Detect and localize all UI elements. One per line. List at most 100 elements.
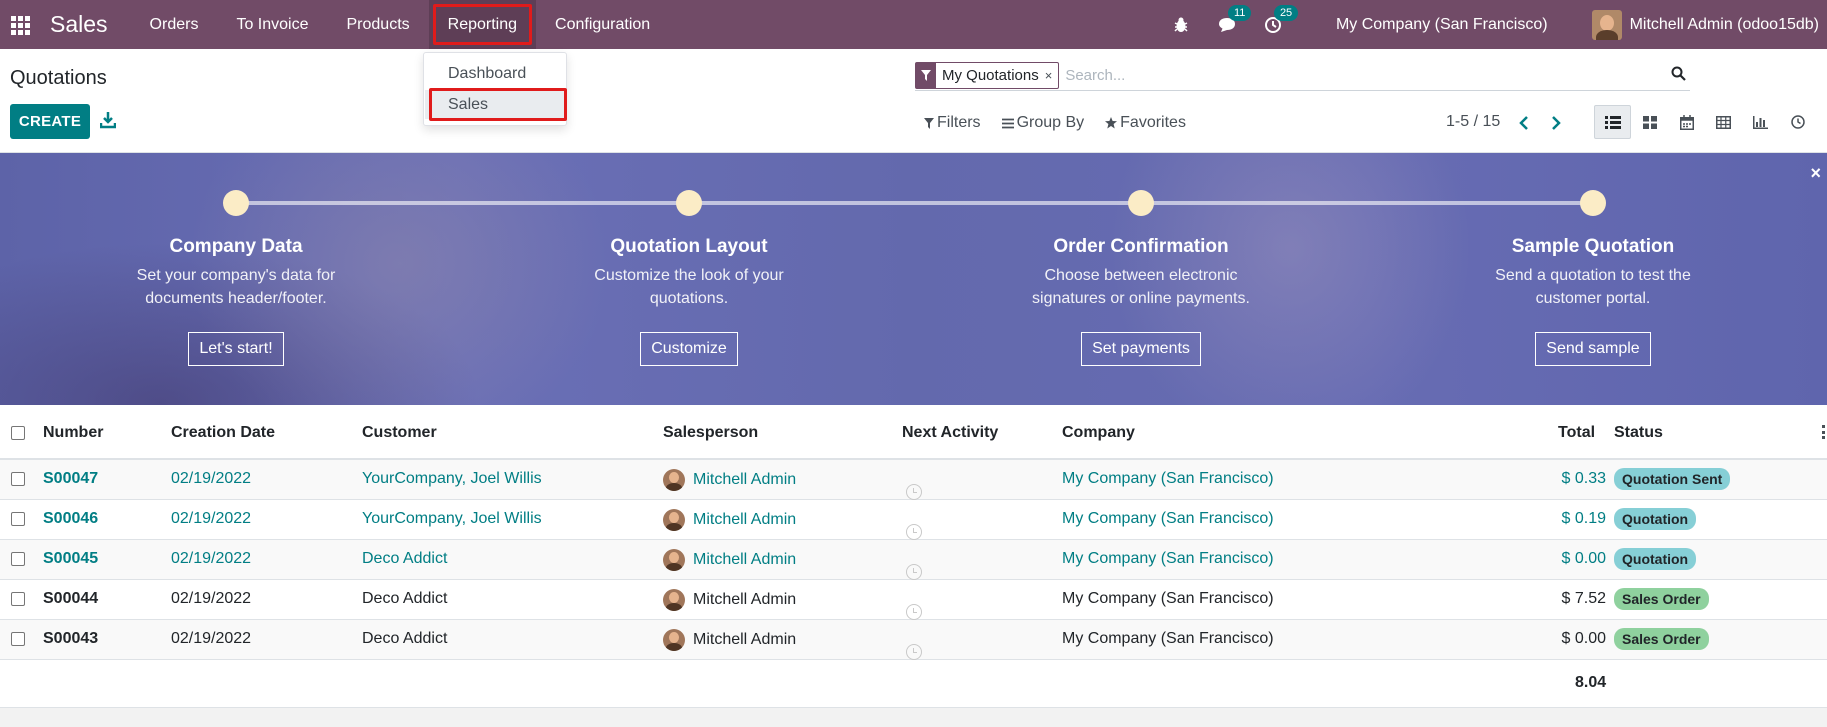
row-checkbox[interactable] [11, 592, 25, 606]
apps-menu-icon[interactable] [11, 15, 33, 35]
search-icon[interactable] [1671, 66, 1686, 86]
order-total[interactable]: $ 0.00 [1562, 630, 1606, 648]
favorites-toggle[interactable]: Favorites [1105, 114, 1186, 132]
list-view-icon[interactable] [1594, 105, 1631, 139]
app-brand[interactable]: Sales [50, 11, 108, 38]
kanban-view-icon[interactable] [1631, 105, 1668, 139]
clock-icon[interactable] [906, 483, 922, 500]
search-facet: My Quotations × [915, 61, 1060, 89]
debug-bug-icon[interactable] [1170, 14, 1192, 36]
salesperson[interactable]: Mitchell Admin [663, 589, 796, 611]
step-dot [676, 190, 702, 216]
customer-name[interactable]: Deco Addict [362, 630, 447, 648]
activity-view-clock-icon[interactable] [1779, 105, 1816, 139]
row-checkbox[interactable] [11, 552, 25, 566]
customer-name[interactable]: Deco Addict [362, 590, 447, 608]
favorites-label: Favorites [1120, 114, 1186, 131]
optional-columns-icon[interactable] [1822, 425, 1825, 439]
step-order-confirmation: Order Confirmation Choose between electr… [991, 190, 1291, 366]
table-row[interactable]: S00047 02/19/2022 YourCompany, Joel Willis… [0, 460, 1827, 500]
company-name[interactable]: My Company (San Francisco) [1062, 630, 1274, 648]
group-by-toggle[interactable]: Group By [1001, 114, 1084, 132]
clock-icon[interactable] [906, 523, 922, 540]
column-customer[interactable]: Customer [362, 424, 437, 442]
order-number[interactable]: S00043 [43, 630, 98, 648]
search-input[interactable] [1065, 66, 1690, 84]
menu-configuration[interactable]: Configuration [536, 0, 669, 49]
step-sample-quotation: Sample Quotation Send a quotation to tes… [1443, 190, 1743, 366]
view-switcher [1594, 105, 1816, 139]
order-total[interactable]: $ 0.19 [1562, 510, 1606, 528]
table-row[interactable]: S00044 02/19/2022 Deco Addict Mitchell Admi… [0, 580, 1827, 620]
company-name[interactable]: My Company (San Francisco) [1062, 470, 1274, 488]
row-checkbox[interactable] [11, 512, 25, 526]
user-menu[interactable]: Mitchell Admin (odoo15db) [1591, 9, 1819, 40]
send-sample-button[interactable]: Send sample [1535, 332, 1651, 366]
table-row[interactable]: S00043 02/19/2022 Deco Addict Mitchell Admi… [0, 620, 1827, 660]
download-icon[interactable] [99, 111, 118, 131]
graph-view-icon[interactable] [1742, 105, 1779, 139]
order-total[interactable]: $ 0.00 [1562, 550, 1606, 568]
table-row[interactable]: S00045 02/19/2022 Deco Addict Mitchell Admi… [0, 540, 1827, 580]
column-creation-date[interactable]: Creation Date [171, 424, 275, 442]
messages-chat-icon[interactable]: 11 [1216, 4, 1252, 36]
column-status[interactable]: Status [1614, 424, 1663, 442]
customer-name[interactable]: YourCompany, Joel Willis [362, 510, 542, 528]
pager-previous-chevron-left-icon[interactable] [1515, 113, 1533, 133]
table-row[interactable]: S00046 02/19/2022 YourCompany, Joel Willis… [0, 500, 1827, 540]
creation-date[interactable]: 02/19/2022 [171, 630, 251, 648]
creation-date[interactable]: 02/19/2022 [171, 590, 251, 608]
set-payments-button[interactable]: Set payments [1081, 332, 1201, 366]
column-next-activity[interactable]: Next Activity [902, 424, 998, 442]
creation-date[interactable]: 02/19/2022 [171, 470, 251, 488]
pager-next-chevron-right-icon[interactable] [1547, 113, 1565, 133]
order-number[interactable]: S00045 [43, 550, 98, 568]
company-name[interactable]: My Company (San Francisco) [1062, 510, 1274, 528]
customer-name[interactable]: YourCompany, Joel Willis [362, 470, 542, 488]
lets-start-button[interactable]: Let's start! [188, 332, 284, 366]
column-company[interactable]: Company [1062, 424, 1135, 442]
step-title: Quotation Layout [610, 236, 768, 257]
facet-remove-icon[interactable]: × [1045, 68, 1059, 83]
column-number[interactable]: Number [43, 424, 103, 442]
create-button[interactable]: CREATE [10, 104, 90, 139]
select-all-checkbox[interactable] [11, 426, 25, 440]
company-switcher[interactable]: My Company (San Francisco) [1336, 16, 1548, 34]
dropdown-item-sales[interactable]: Sales [425, 88, 567, 121]
salesperson[interactable]: Mitchell Admin [663, 549, 796, 571]
company-name[interactable]: My Company (San Francisco) [1062, 590, 1274, 608]
company-name[interactable]: My Company (San Francisco) [1062, 550, 1274, 568]
row-checkbox[interactable] [11, 632, 25, 646]
order-number[interactable]: S00044 [43, 590, 98, 608]
filters-toggle[interactable]: Filters [924, 114, 981, 132]
order-number[interactable]: S00047 [43, 470, 98, 488]
search-bar: My Quotations × [915, 60, 1690, 91]
activities-icon[interactable]: 25 [1262, 4, 1299, 36]
creation-date[interactable]: 02/19/2022 [171, 510, 251, 528]
column-total[interactable]: Total [1558, 424, 1595, 442]
salesperson[interactable]: Mitchell Admin [663, 509, 796, 531]
order-total[interactable]: $ 0.33 [1562, 470, 1606, 488]
pivot-view-icon[interactable] [1705, 105, 1742, 139]
clock-icon[interactable] [906, 563, 922, 580]
clock-icon[interactable] [906, 643, 922, 660]
menu-orders[interactable]: Orders [131, 0, 218, 49]
menu-to-invoice[interactable]: To Invoice [217, 0, 327, 49]
dropdown-item-dashboard[interactable]: Dashboard [425, 59, 565, 88]
menu-reporting[interactable]: Reporting [428, 0, 537, 49]
clock-icon[interactable] [906, 603, 922, 620]
salesperson[interactable]: Mitchell Admin [663, 629, 796, 651]
step-title: Order Confirmation [1053, 236, 1229, 257]
row-checkbox[interactable] [11, 472, 25, 486]
order-total[interactable]: $ 7.52 [1562, 590, 1606, 608]
creation-date[interactable]: 02/19/2022 [171, 550, 251, 568]
customer-name[interactable]: Deco Addict [362, 550, 447, 568]
salesperson[interactable]: Mitchell Admin [663, 469, 796, 491]
column-salesperson[interactable]: Salesperson [663, 424, 758, 442]
banner-close-icon[interactable]: × [1810, 163, 1821, 184]
order-number[interactable]: S00046 [43, 510, 98, 528]
pager-value[interactable]: 1-5 / 15 [1446, 113, 1500, 131]
calendar-view-icon[interactable] [1668, 105, 1705, 139]
menu-products[interactable]: Products [328, 0, 429, 49]
customize-button[interactable]: Customize [640, 332, 738, 366]
